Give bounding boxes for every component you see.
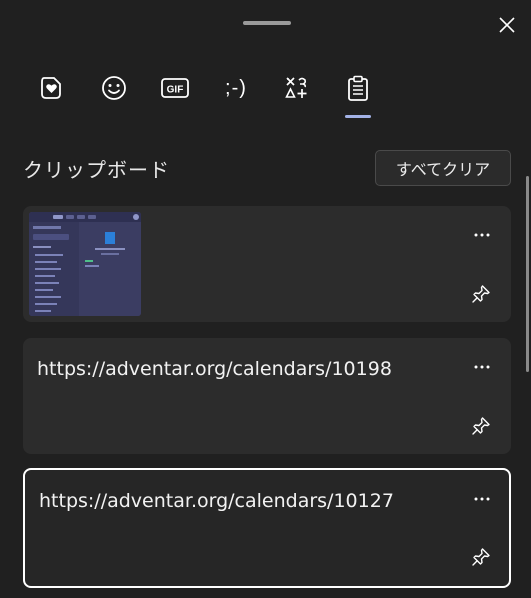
more-icon — [474, 365, 490, 369]
clipboard-item-text-content: https://adventar.org/calendars/10198 — [37, 358, 392, 380]
close-button[interactable] — [492, 10, 522, 40]
pin-icon — [472, 285, 490, 303]
more-icon — [474, 497, 490, 501]
more-icon — [474, 233, 490, 237]
tab-gif[interactable]: GIF — [153, 68, 197, 108]
clipboard-item-image[interactable] — [23, 206, 511, 322]
tab-clipboard[interactable] — [336, 68, 380, 108]
tab-kaomoji[interactable]: ;-) — [214, 68, 258, 108]
pin-icon — [472, 548, 490, 566]
more-options-button[interactable] — [466, 486, 498, 512]
scrollbar-thumb[interactable] — [526, 176, 529, 372]
more-options-button[interactable] — [466, 222, 498, 248]
kaomoji-icon: ;-) — [225, 76, 247, 99]
pin-button[interactable] — [465, 279, 497, 309]
svg-text:GIF: GIF — [167, 85, 184, 96]
tab-emoji[interactable] — [92, 68, 136, 108]
symbols-icon — [285, 77, 307, 98]
heart-sticker-icon — [41, 77, 61, 99]
pin-button[interactable] — [465, 542, 497, 572]
gif-icon: GIF — [161, 78, 189, 98]
more-options-button[interactable] — [466, 354, 498, 380]
pin-button[interactable] — [465, 411, 497, 441]
emoji-icon — [102, 76, 126, 100]
selected-tab-indicator — [345, 115, 371, 118]
clear-all-button[interactable]: すべてクリア — [375, 150, 511, 186]
drag-handle[interactable] — [243, 21, 291, 25]
tab-stickers[interactable] — [30, 68, 74, 108]
emoji-panel: GIF ;-) クリップボード すべてクリア https://adventar.… — [0, 0, 531, 598]
pin-icon — [472, 417, 490, 435]
clipboard-image-thumbnail — [29, 212, 141, 316]
close-icon — [499, 17, 515, 33]
clipboard-icon — [348, 75, 368, 101]
category-tabs: GIF ;-) — [30, 68, 390, 120]
tab-symbols[interactable] — [275, 68, 319, 108]
clipboard-item-text-selected[interactable]: https://adventar.org/calendars/10127 — [23, 468, 511, 588]
clipboard-item-text[interactable]: https://adventar.org/calendars/10198 — [23, 338, 511, 454]
clipboard-title: クリップボード — [23, 158, 170, 182]
clipboard-item-text-content: https://adventar.org/calendars/10127 — [39, 490, 394, 512]
